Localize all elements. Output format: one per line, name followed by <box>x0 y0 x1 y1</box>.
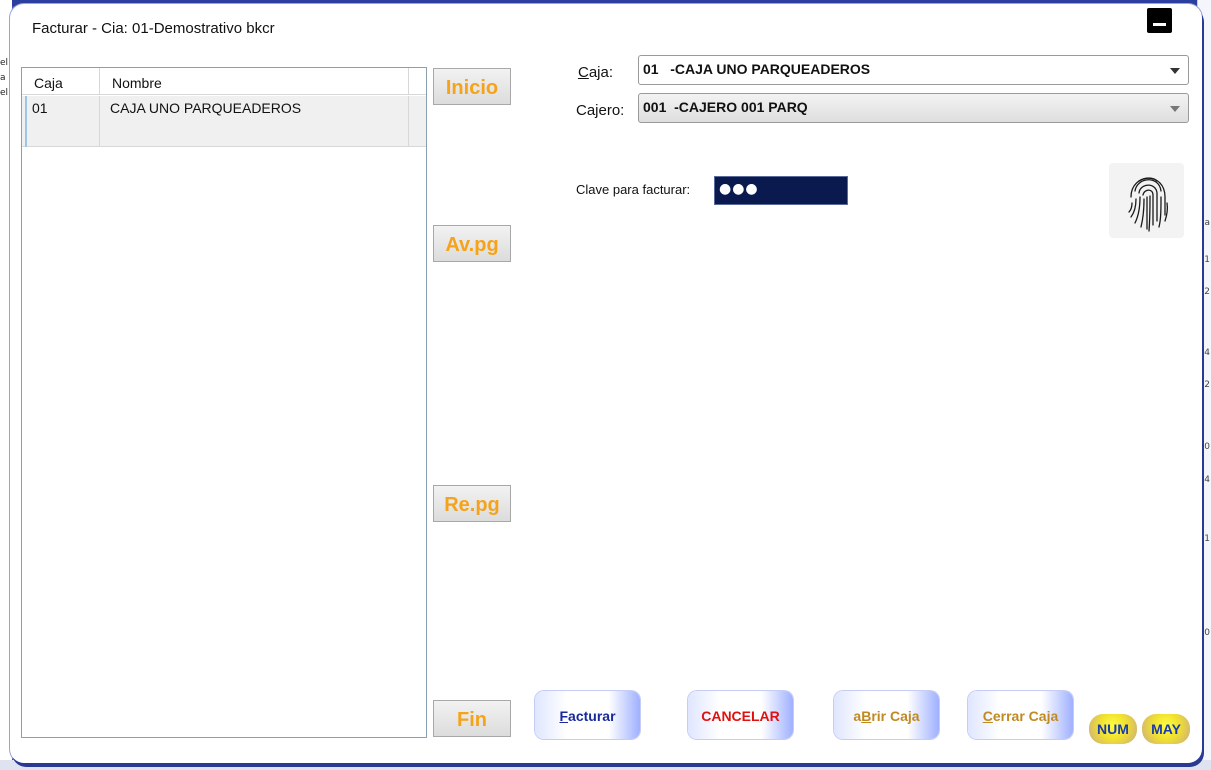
cell-nombre: CAJA UNO PARQUEADEROS <box>100 96 409 147</box>
cajero-select[interactable]: 001 -CAJERO 001 PARQ <box>638 93 1189 123</box>
next-page-button[interactable]: Av.pg <box>433 225 511 262</box>
inicio-button[interactable]: Inicio <box>433 68 511 105</box>
cerrar-caja-button[interactable]: Cerrar Caja <box>968 691 1073 739</box>
caps-lock-indicator: MAY <box>1142 714 1190 744</box>
background-text: 2 <box>1204 287 1210 297</box>
background-text: el <box>0 58 9 68</box>
background-text: el <box>0 88 9 98</box>
caja-label: Caja: <box>578 64 614 81</box>
num-lock-indicator: NUM <box>1089 714 1137 744</box>
background-text: 2 <box>1204 380 1210 390</box>
chevron-down-icon <box>1170 106 1180 112</box>
background-text: 1 <box>1204 255 1210 265</box>
previous-page-button[interactable]: Re.pg <box>433 485 511 522</box>
caja-select-value: 01 -CAJA UNO PARQUEADEROS <box>643 61 871 77</box>
background-text: 4 <box>1204 348 1210 358</box>
facturar-button[interactable]: Facturar <box>535 691 640 739</box>
minimize-button[interactable] <box>1147 8 1172 33</box>
background-text: a <box>0 73 6 83</box>
column-header-nombre[interactable]: Nombre <box>100 68 409 95</box>
background-text: 0 <box>1204 442 1210 452</box>
caja-select[interactable]: 01 -CAJA UNO PARQUEADEROS <box>638 55 1189 85</box>
background-text: 1 <box>1204 534 1210 544</box>
fingerprint-icon[interactable] <box>1109 163 1184 238</box>
grid-header: Caja Nombre <box>22 68 426 95</box>
cell-caja: 01 <box>22 96 100 147</box>
abrir-caja-button[interactable]: aBrir Caja <box>834 691 939 739</box>
fin-button[interactable]: Fin <box>433 700 511 737</box>
password-input[interactable]: ●●● <box>714 176 848 205</box>
dialog-title: Facturar - Cia: 01-Demostrativo bkcr <box>32 20 275 37</box>
background-text: 4 <box>1204 475 1210 485</box>
password-label: Clave para facturar: <box>576 182 691 197</box>
background-text: a <box>1204 218 1210 228</box>
column-header-caja[interactable]: Caja <box>22 68 100 95</box>
cancelar-button[interactable]: CANCELAR <box>688 691 793 739</box>
caja-grid[interactable]: Caja Nombre 01 CAJA UNO PARQUEADEROS <box>21 67 427 738</box>
cajero-label: Cajero: <box>576 102 625 119</box>
table-row[interactable]: 01 CAJA UNO PARQUEADEROS <box>22 96 426 147</box>
background-text: 0 <box>1204 628 1210 638</box>
facturar-dialog: Facturar - Cia: 01-Demostrativo bkcr Caj… <box>10 4 1202 763</box>
chevron-down-icon <box>1170 68 1180 74</box>
cajero-select-value: 001 -CAJERO 001 PARQ <box>643 99 808 115</box>
